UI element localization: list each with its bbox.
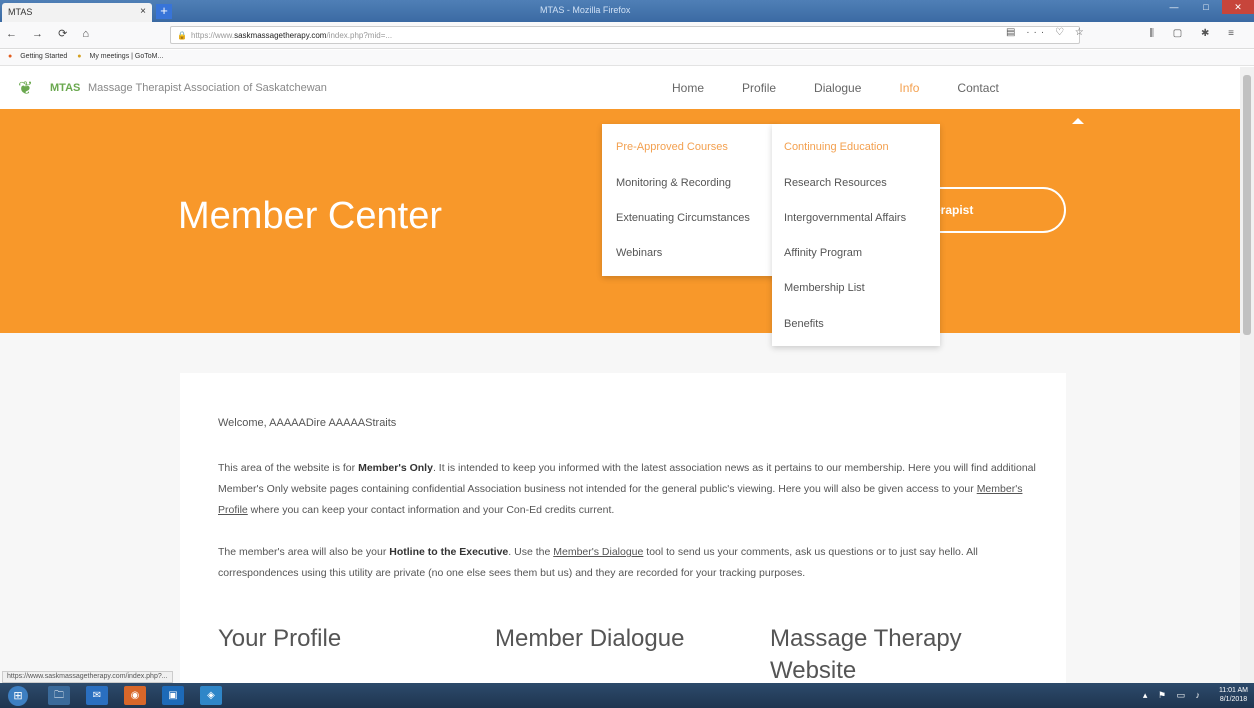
tab-title: MTAS	[8, 7, 33, 17]
intro-paragraph: This area of the website is for Member's…	[218, 458, 1038, 521]
section-member-dialogue[interactable]: Member Dialogue	[495, 623, 684, 655]
main-content: Welcome, AAAAADire AAAAAStraits This are…	[0, 333, 1240, 693]
members-dialogue-link[interactable]: Member's Dialogue	[553, 546, 643, 558]
menu-item-research-resources[interactable]: Research Resources	[784, 177, 887, 189]
bookmark-getting-started[interactable]: Getting Started	[20, 53, 67, 60]
outlook-app-icon[interactable]: ▣	[162, 686, 184, 705]
main-nav: Home Profile Dialogue Info Contact	[672, 81, 1037, 95]
nav-home[interactable]: Home	[672, 81, 704, 95]
nav-info[interactable]: Info	[899, 81, 919, 95]
menu-item-pre-approved-courses[interactable]: Pre-Approved Courses	[616, 141, 728, 153]
page-scrollbar[interactable]	[1240, 67, 1254, 683]
menu-item-continuing-education[interactable]: Continuing Education	[784, 141, 889, 153]
close-window-icon[interactable]: ✕	[1222, 0, 1254, 14]
url-prefix: https://www.	[190, 31, 235, 40]
p1-bold: Member's Only	[358, 462, 433, 474]
minimize-icon[interactable]: —	[1158, 0, 1190, 14]
nav-dialogue[interactable]: Dialogue	[814, 81, 861, 95]
menu-item-membership-list[interactable]: Membership List	[784, 282, 865, 294]
p1-text-a: This area of the website is for	[218, 462, 359, 474]
content-card: Welcome, AAAAADire AAAAAStraits This are…	[180, 373, 1066, 693]
window-controls: — □ ✕	[1158, 0, 1254, 14]
browser-tab-bar: MTAS × + MTAS - Mozilla Firefox — □ ✕	[0, 0, 1254, 22]
welcome-text: Welcome, AAAAADire AAAAAStraits	[218, 417, 397, 429]
logo-icon[interactable]: ❦	[18, 78, 33, 99]
brand-short[interactable]: MTAS	[50, 82, 80, 94]
browser-tab[interactable]: MTAS ×	[2, 3, 152, 22]
menu-item-intergovernmental-affairs[interactable]: Intergovernmental Affairs	[784, 212, 906, 224]
nav-buttons[interactable]: ← → ⟳ ⌂	[6, 27, 95, 40]
p2-text-a: The member's area will also be your	[218, 546, 390, 558]
menu-item-benefits[interactable]: Benefits	[784, 318, 824, 330]
menu-item-extenuating-circumstances[interactable]: Extenuating Circumstances	[616, 212, 750, 224]
p2-bold: Hotline to the Executive	[389, 546, 509, 558]
taskbar: ⊞ 🗀 ✉ ◉ ▣ ◈ ▴ ⚑ ▭ ♪ 11:01 AM 8/1/2018	[0, 683, 1254, 708]
menu-item-monitoring-recording[interactable]: Monitoring & Recording	[616, 177, 731, 189]
p2-text-c: . Use the	[508, 546, 554, 558]
brand-name[interactable]: Massage Therapist Association of Saskatc…	[88, 82, 327, 94]
status-url: https://www.saskmassagetherapy.com/index…	[2, 671, 173, 683]
clock-time: 11:01 AM	[1218, 687, 1248, 694]
browser-nav-bar: ← → ⟳ ⌂ 🔒 https://www.saskmassagetherapy.…	[0, 22, 1254, 49]
site-header: ❦ MTAS Massage Therapist Association of …	[0, 67, 1240, 109]
start-button-icon[interactable]: ⊞	[8, 686, 28, 706]
clock-date: 8/1/2018	[1219, 696, 1248, 703]
file-explorer-icon[interactable]: 🗀	[48, 686, 70, 705]
maximize-icon[interactable]: □	[1190, 0, 1222, 14]
system-tray[interactable]: ▴ ⚑ ▭ ♪	[1143, 690, 1204, 701]
hotline-paragraph: The member's area will also be your Hotl…	[218, 542, 1038, 584]
close-tab-icon[interactable]: ×	[140, 6, 146, 17]
outlook-icon[interactable]: ✉	[86, 686, 108, 705]
firefox-icon: ●	[8, 53, 13, 60]
url-rest: /index.php?mid=...	[326, 31, 393, 40]
firefox-taskbar-icon[interactable]: ◉	[124, 686, 146, 705]
url-domain: saskmassagetherapy.com	[234, 31, 327, 40]
clock[interactable]: 11:01 AM 8/1/2018	[1219, 686, 1248, 704]
bookmark-my-meetings[interactable]: My meetings | GoToM...	[90, 53, 164, 60]
window-title: MTAS - Mozilla Firefox	[540, 5, 631, 15]
url-bar[interactable]: 🔒 https://www.saskmassagetherapy.com/inde…	[170, 26, 1080, 44]
bookmark-icon: ●	[77, 53, 82, 60]
bookmarks-bar: ● Getting Started ● My meetings | GoToM...	[0, 50, 1254, 66]
ie-icon[interactable]: ◈	[200, 686, 222, 705]
url-actions[interactable]: ▤ ··· ♡ ☆	[1006, 27, 1088, 38]
dropdown-column-1: Pre-Approved Courses Monitoring & Record…	[602, 124, 778, 276]
new-tab-button[interactable]: +	[156, 4, 172, 19]
dropdown-caret	[1072, 118, 1084, 124]
info-dropdown-menu: Pre-Approved Courses Monitoring & Record…	[602, 118, 1084, 346]
scrollbar-thumb[interactable]	[1243, 75, 1251, 335]
p1-text-d: where you can keep your contact informat…	[247, 504, 615, 516]
lock-icon: 🔒	[177, 31, 187, 40]
section-your-profile[interactable]: Your Profile	[218, 623, 341, 655]
dropdown-column-2: Continuing Education Research Resources …	[772, 118, 1084, 346]
menu-item-webinars[interactable]: Webinars	[616, 247, 662, 259]
page-title: Member Center	[178, 195, 442, 237]
nav-contact[interactable]: Contact	[957, 81, 998, 95]
nav-profile[interactable]: Profile	[742, 81, 776, 95]
section-massage-therapy-website[interactable]: Massage Therapy Website	[770, 623, 1010, 687]
menu-item-affinity-program[interactable]: Affinity Program	[784, 247, 862, 259]
toolbar-icons[interactable]: ⫼ ▢ ✱ ≡	[1149, 28, 1242, 39]
